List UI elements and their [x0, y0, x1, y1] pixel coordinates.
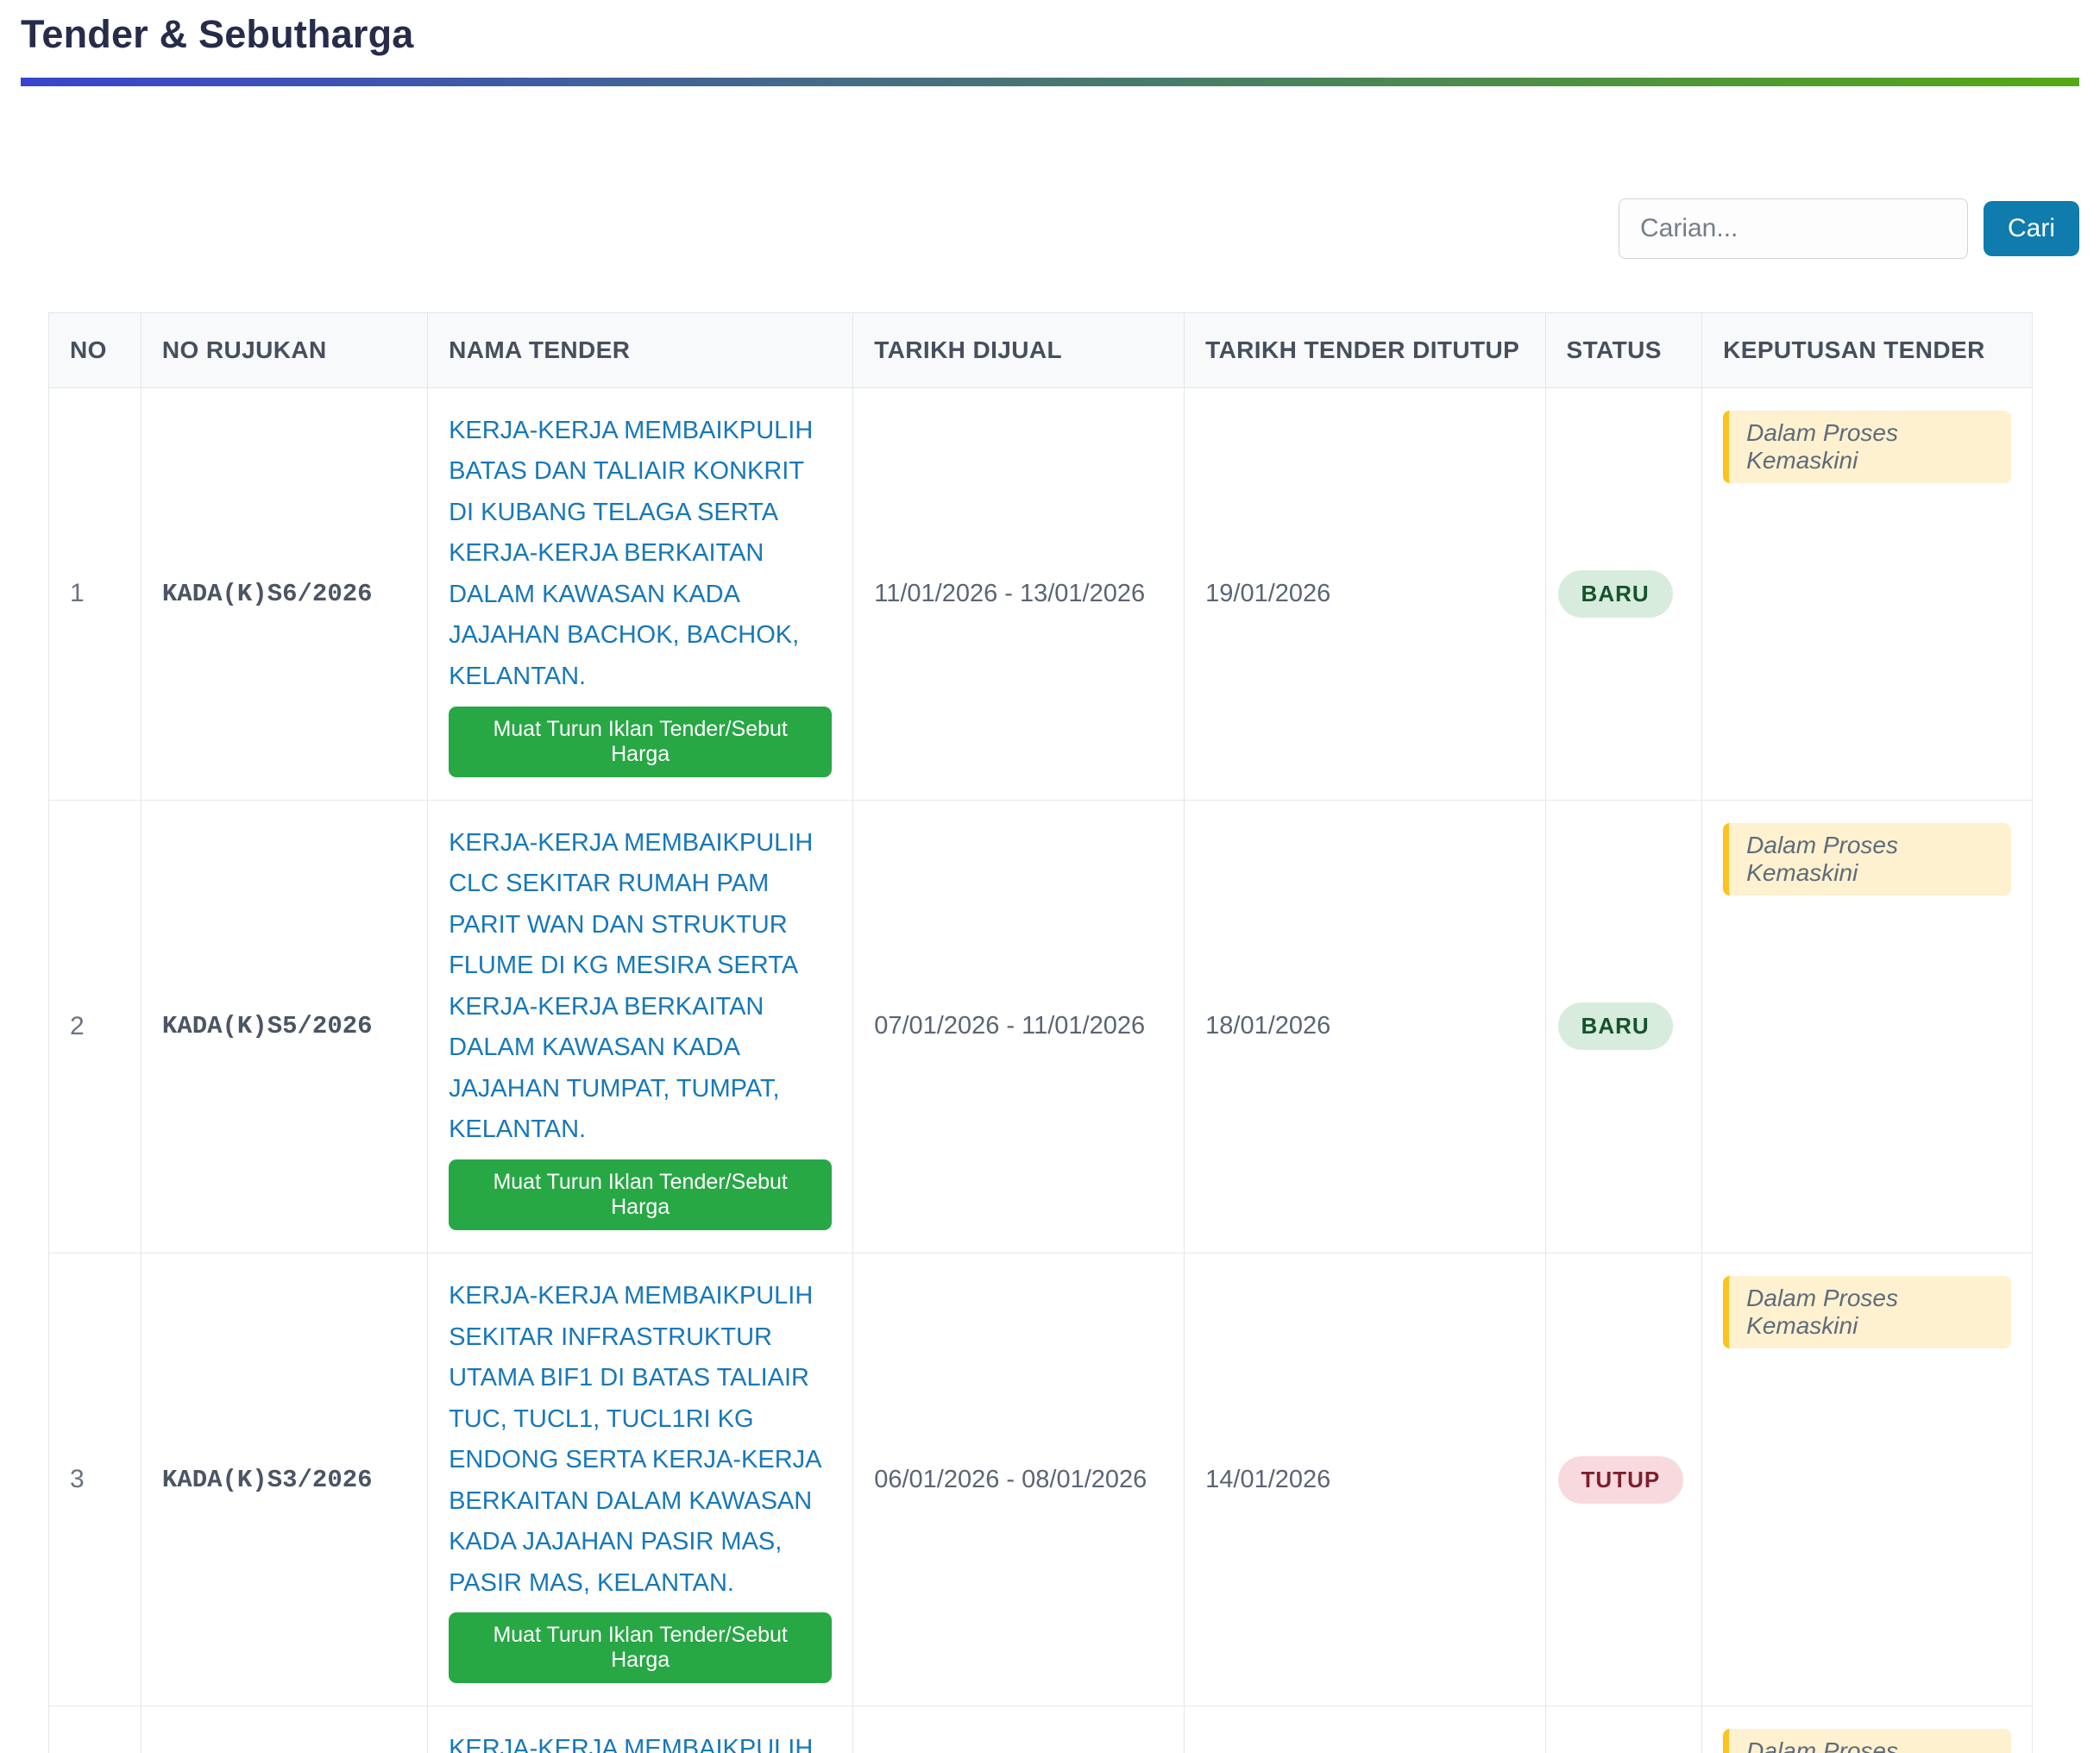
status-badge: TUTUP: [1558, 1456, 1684, 1504]
decision-cell: Dalam Proses Kemaskini: [1702, 387, 2033, 800]
col-header-nama-tender: NAMA TENDER: [428, 312, 853, 387]
tender-name-cell: KERJA-KERJA MEMBAIKPULIH BATAS DAN TALIA…: [428, 387, 853, 800]
title-gradient-rule: [21, 78, 2079, 86]
col-header-status: STATUS: [1545, 312, 1702, 387]
table-row: 4 KADA(K)S4/2026 KERJA-KERJA MEMBAIKPULI…: [49, 1706, 2033, 1753]
tender-name-link[interactable]: KERJA-KERJA MEMBAIKPULIH SEKITAR INFRAST…: [449, 1276, 832, 1604]
date-closed-cell: 14/01/2026: [1185, 1706, 1545, 1753]
reference-number-cell: KADA(K)S3/2026: [141, 1253, 427, 1706]
download-tender-button[interactable]: Muat Turun Iklan Tender/Sebut Harga: [449, 1612, 832, 1683]
date-sold-cell: 06/01/2026 - 08/01/2026: [853, 1253, 1185, 1706]
status-cell: BARU: [1545, 800, 1702, 1253]
download-tender-button[interactable]: Muat Turun Iklan Tender/Sebut Harga: [449, 1159, 832, 1230]
row-number-cell: 3: [49, 1253, 141, 1706]
status-cell: TUTUP: [1545, 1253, 1702, 1706]
col-header-keputusan: KEPUTUSAN TENDER: [1702, 312, 2033, 387]
reference-number-cell: KADA(K)S6/2026: [141, 387, 427, 800]
search-button[interactable]: Cari: [1984, 201, 2079, 256]
decision-badge: Dalam Proses Kemaskini: [1723, 823, 2011, 895]
col-header-tarikh-dijual: TARIKH DIJUAL: [853, 312, 1185, 387]
date-sold-cell: 07/01/2026 - 11/01/2026: [853, 800, 1185, 1253]
col-header-tarikh-ditutup: TARIKH TENDER DITUTUP: [1185, 312, 1545, 387]
decision-cell: Dalam Proses Kemaskini: [1702, 1706, 2033, 1753]
tender-name-link[interactable]: KERJA-KERJA MEMBAIKPULIH CLC SEKITAR RUM…: [449, 823, 832, 1151]
table-row: 2 KADA(K)S5/2026 KERJA-KERJA MEMBAIKPULI…: [49, 800, 2033, 1253]
date-closed-cell: 19/01/2026: [1185, 387, 1545, 800]
table-row: 1 KADA(K)S6/2026 KERJA-KERJA MEMBAIKPULI…: [49, 387, 2033, 800]
col-header-no: NO: [49, 312, 141, 387]
tender-name-link[interactable]: KERJA-KERJA MEMBAIKPULIH TEBING RUNTUH D…: [449, 1729, 832, 1753]
decision-badge: Dalam Proses Kemaskini: [1723, 1729, 2011, 1753]
status-cell: BARU: [1545, 387, 1702, 800]
status-badge: BARU: [1558, 1002, 1673, 1050]
tender-name-link[interactable]: KERJA-KERJA MEMBAIKPULIH BATAS DAN TALIA…: [449, 411, 832, 698]
tender-name-cell: KERJA-KERJA MEMBAIKPULIH TEBING RUNTUH D…: [428, 1706, 853, 1753]
decision-cell: Dalam Proses Kemaskini: [1702, 1253, 2033, 1706]
tender-table-wrap: NO NO RUJUKAN NAMA TENDER TARIKH DIJUAL …: [48, 312, 2033, 1753]
decision-badge: Dalam Proses Kemaskini: [1723, 1276, 2011, 1348]
date-closed-cell: 14/01/2026: [1185, 1253, 1545, 1706]
row-number-cell: 2: [49, 800, 141, 1253]
table-body: 1 KADA(K)S6/2026 KERJA-KERJA MEMBAIKPULI…: [49, 387, 2033, 1753]
reference-number-cell: KADA(K)S5/2026: [141, 800, 427, 1253]
table-row: 3 KADA(K)S3/2026 KERJA-KERJA MEMBAIKPULI…: [49, 1253, 2033, 1706]
search-toolbar: Cari: [21, 198, 2079, 259]
row-number-cell: 4: [49, 1706, 141, 1753]
download-tender-button[interactable]: Muat Turun Iklan Tender/Sebut Harga: [449, 707, 832, 777]
decision-cell: Dalam Proses Kemaskini: [1702, 800, 2033, 1253]
page-title: Tender & Sebutharga: [21, 12, 2079, 57]
date-sold-cell: 11/01/2026 - 13/01/2026: [853, 387, 1185, 800]
tender-table: NO NO RUJUKAN NAMA TENDER TARIKH DIJUAL …: [48, 312, 2033, 1753]
date-closed-cell: 18/01/2026: [1185, 800, 1545, 1253]
col-header-no-rujukan: NO RUJUKAN: [141, 312, 427, 387]
date-sold-cell: 06/01/2026 - 08/01/2026: [853, 1706, 1185, 1753]
row-number-cell: 1: [49, 387, 141, 800]
reference-number-cell: KADA(K)S4/2026: [141, 1706, 427, 1753]
tender-name-cell: KERJA-KERJA MEMBAIKPULIH SEKITAR INFRAST…: [428, 1253, 853, 1706]
search-input[interactable]: [1619, 198, 1968, 259]
status-cell: TUTUP: [1545, 1706, 1702, 1753]
status-badge: BARU: [1558, 570, 1673, 618]
tender-name-cell: KERJA-KERJA MEMBAIKPULIH CLC SEKITAR RUM…: [428, 800, 853, 1253]
tender-page: Tender & Sebutharga Cari NO NO RUJUKAN N…: [0, 0, 2100, 1753]
decision-badge: Dalam Proses Kemaskini: [1723, 411, 2011, 483]
table-header-row: NO NO RUJUKAN NAMA TENDER TARIKH DIJUAL …: [49, 312, 2033, 387]
